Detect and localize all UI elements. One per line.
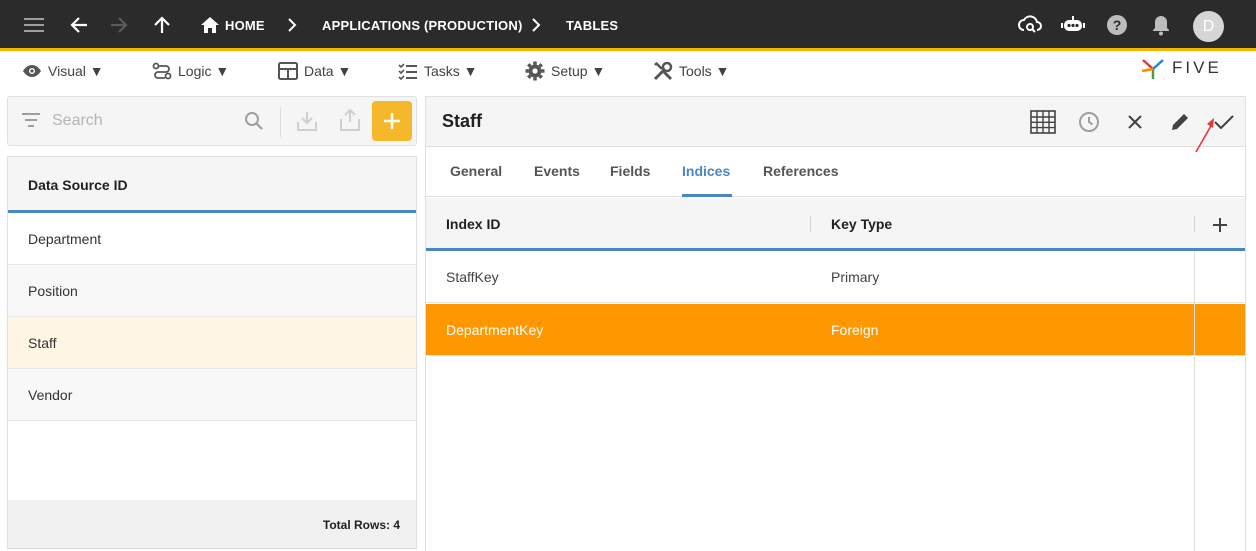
menu-data[interactable]: Data ▼ xyxy=(278,60,351,82)
gear-icon xyxy=(525,61,545,81)
tab-events[interactable]: Events xyxy=(534,163,580,179)
five-logo-icon xyxy=(1141,59,1164,79)
menu-logic-label: Logic ▼ xyxy=(178,63,230,79)
column-header-index-id[interactable]: Index ID xyxy=(446,216,500,232)
list-item[interactable]: Department xyxy=(8,213,416,265)
annotation-arrow-icon xyxy=(1195,118,1214,153)
menu-tasks-label: Tasks ▼ xyxy=(424,63,478,79)
import-icon[interactable] xyxy=(296,110,318,132)
active-tab-indicator xyxy=(682,194,732,197)
brand-logo: FIVE xyxy=(1140,56,1222,80)
grid-column-divider xyxy=(1194,251,1195,551)
breadcrumb-tables[interactable]: TABLES xyxy=(566,18,618,33)
breadcrumb-applications[interactable]: APPLICATIONS (PRODUCTION) xyxy=(322,18,522,33)
tab-references[interactable]: References xyxy=(763,163,839,179)
plus-icon xyxy=(384,113,400,129)
menu-icon[interactable] xyxy=(22,13,46,37)
edit-icon[interactable] xyxy=(1167,109,1193,135)
breadcrumb-home[interactable]: HOME xyxy=(225,18,265,33)
menu-bar: Visual ▼ Logic ▼ Data ▼ Tasks ▼ Setup ▼ … xyxy=(0,54,1256,90)
export-icon[interactable] xyxy=(339,108,361,132)
search-input[interactable]: Search xyxy=(52,112,103,130)
avatar[interactable]: D xyxy=(1193,11,1224,42)
filter-icon[interactable] xyxy=(22,113,40,127)
cell-key-type: Primary xyxy=(831,269,880,285)
menu-tools-label: Tools ▼ xyxy=(679,63,730,79)
table-row-selected[interactable]: DepartmentKey Foreign xyxy=(426,304,1245,356)
top-bar: HOME APPLICATIONS (PRODUCTION) TABLES ? … xyxy=(0,0,1256,51)
svg-text:?: ? xyxy=(1113,17,1122,33)
list-toolbar: Search xyxy=(7,96,417,146)
tab-indices[interactable]: Indices xyxy=(682,163,730,179)
data-source-list: Data Source ID Department Position Staff… xyxy=(7,156,417,549)
tab-fields[interactable]: Fields xyxy=(610,163,650,179)
tab-general[interactable]: General xyxy=(450,163,502,179)
total-rows: Total Rows: 4 xyxy=(322,518,400,532)
list-column-header[interactable]: Data Source ID xyxy=(8,157,416,213)
bell-icon[interactable] xyxy=(1149,13,1173,37)
search-icon[interactable] xyxy=(244,111,264,131)
column-header-data-source-id: Data Source ID xyxy=(28,177,128,193)
up-arrow-icon[interactable] xyxy=(150,13,174,37)
table-icon xyxy=(278,62,298,80)
chat-bot-icon[interactable] xyxy=(1061,13,1085,37)
menu-setup-label: Setup ▼ xyxy=(551,63,606,79)
grid-view-icon[interactable] xyxy=(1030,109,1056,135)
list-item-selected[interactable]: Staff xyxy=(8,317,416,369)
table-row[interactable]: StaffKey Primary xyxy=(426,251,1245,303)
list-item[interactable]: Position xyxy=(8,265,416,317)
column-separator[interactable] xyxy=(1194,216,1195,232)
menu-visual-label: Visual ▼ xyxy=(48,63,104,79)
eye-icon xyxy=(23,65,41,77)
back-arrow-icon[interactable] xyxy=(67,13,91,37)
record-header: Staff xyxy=(426,97,1245,147)
cell-index-id: StaffKey xyxy=(446,269,499,285)
brand-name: FIVE xyxy=(1172,58,1222,77)
checklist-icon xyxy=(398,63,417,80)
record-title: Staff xyxy=(442,111,482,131)
menu-visual[interactable]: Visual ▼ xyxy=(22,60,104,82)
cloud-search-icon[interactable] xyxy=(1018,13,1042,37)
close-icon[interactable] xyxy=(1122,109,1148,135)
chevron-right-icon xyxy=(280,13,304,37)
menu-data-label: Data ▼ xyxy=(304,63,352,79)
tools-icon xyxy=(653,61,673,81)
column-header-key-type[interactable]: Key Type xyxy=(831,216,892,232)
flow-icon xyxy=(152,62,172,80)
menu-tasks[interactable]: Tasks ▼ xyxy=(398,60,478,82)
home-icon[interactable] xyxy=(198,13,222,37)
forward-arrow-icon[interactable] xyxy=(107,13,131,37)
record-tabs: General Events Fields Indices References xyxy=(426,147,1245,197)
history-icon[interactable] xyxy=(1076,109,1102,135)
menu-setup[interactable]: Setup ▼ xyxy=(525,60,605,82)
list-footer: Total Rows: 4 xyxy=(8,500,416,548)
add-record-button[interactable] xyxy=(372,101,412,141)
menu-tools[interactable]: Tools ▼ xyxy=(653,60,729,82)
help-icon[interactable]: ? xyxy=(1105,13,1129,37)
column-separator[interactable] xyxy=(810,216,811,232)
list-item[interactable]: Vendor xyxy=(8,369,416,421)
toolbar-divider xyxy=(280,107,281,137)
record-panel: Staff General Events Fields Indices Refe… xyxy=(425,96,1246,551)
cell-index-id: DepartmentKey xyxy=(446,322,544,338)
add-index-icon[interactable] xyxy=(1212,217,1228,233)
cell-key-type: Foreign xyxy=(831,322,879,338)
indices-grid-header: Index ID Key Type xyxy=(426,198,1245,251)
menu-logic[interactable]: Logic ▼ xyxy=(152,60,229,82)
chevron-right-icon xyxy=(524,13,548,37)
